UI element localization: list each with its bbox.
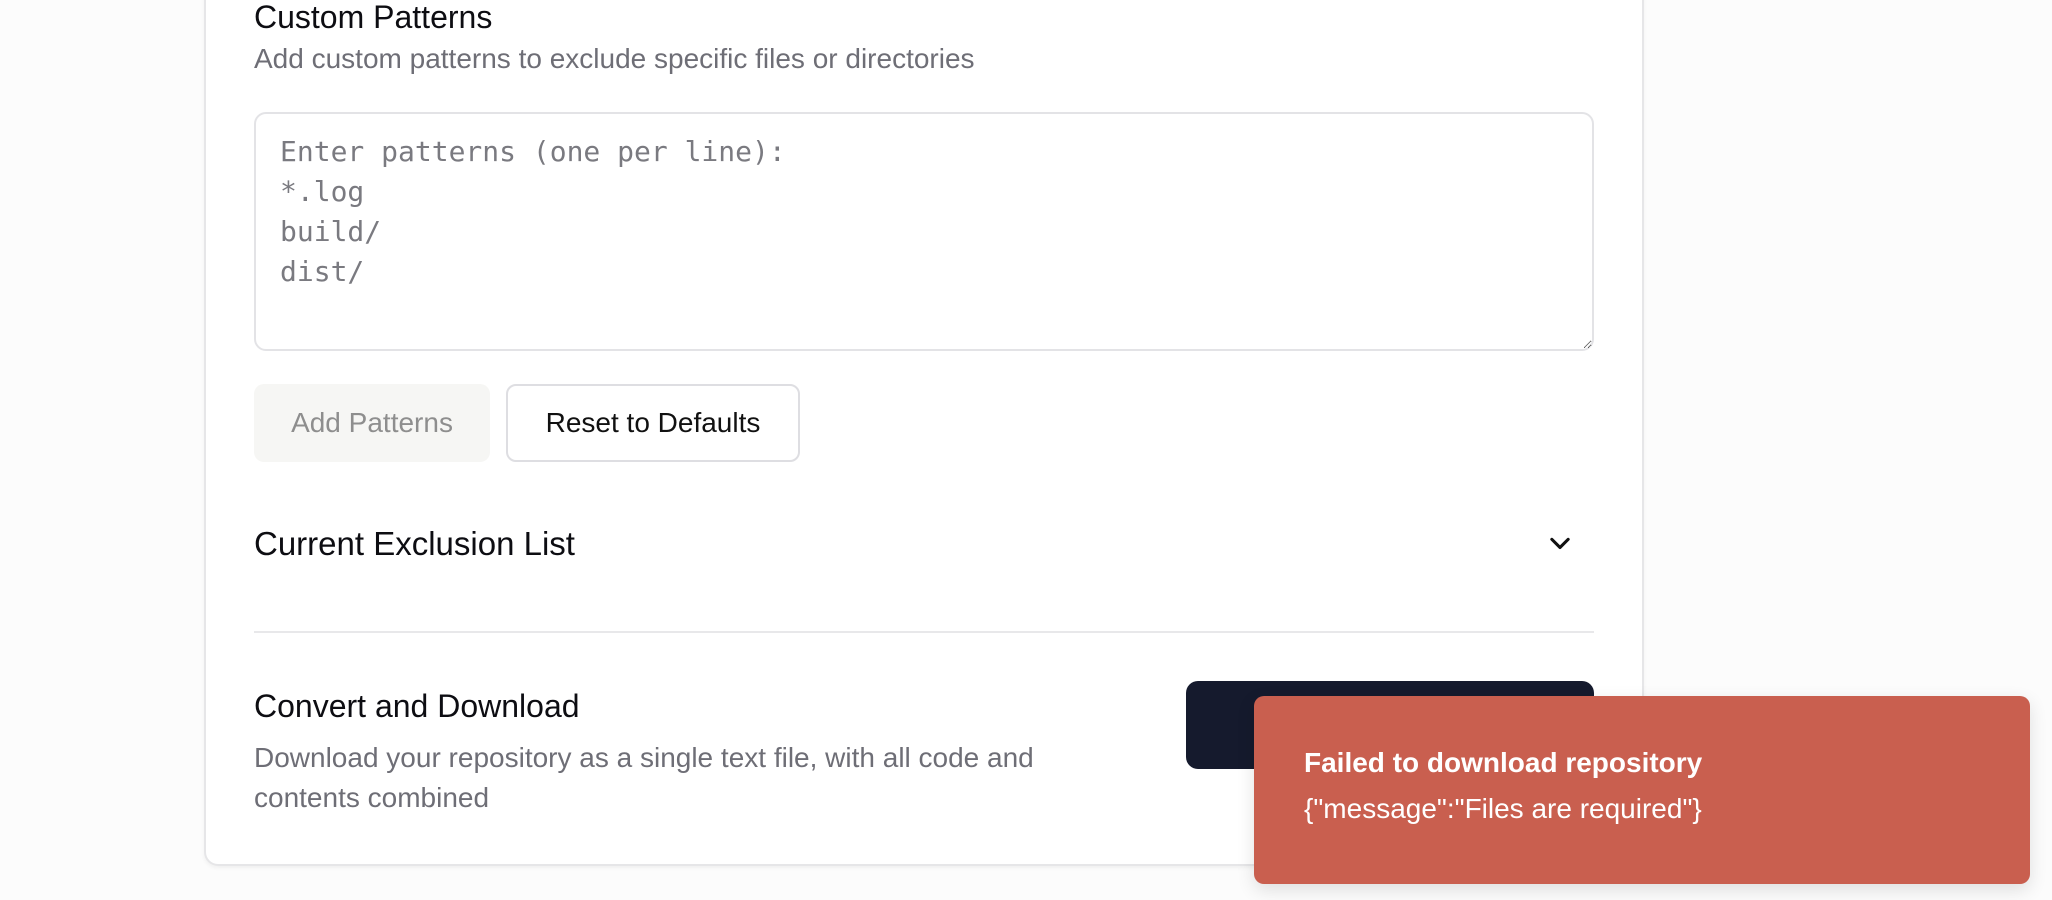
add-patterns-button[interactable]: Add Patterns — [254, 384, 490, 462]
custom-patterns-description: Add custom patterns to exclude specific … — [254, 43, 975, 74]
reset-to-defaults-button[interactable]: Reset to Defaults — [506, 384, 800, 462]
convert-download-title: Convert and Download — [254, 688, 580, 724]
custom-patterns-title: Custom Patterns — [254, 0, 493, 35]
exclusion-list-accordion[interactable]: Current Exclusion List — [254, 500, 1594, 596]
patterns-textarea[interactable] — [254, 112, 1594, 351]
convert-download-description: Download your repository as a single tex… — [254, 742, 1034, 813]
toast-message: {"message":"Files are required"} — [1304, 793, 1702, 824]
error-toast[interactable]: Failed to download repository {"message"… — [1254, 696, 2030, 884]
exclusion-list-title: Current Exclusion List — [254, 525, 575, 562]
chevron-down-icon[interactable] — [1546, 530, 1574, 558]
toast-title: Failed to download repository — [1304, 747, 1703, 778]
section-divider — [254, 631, 1594, 633]
